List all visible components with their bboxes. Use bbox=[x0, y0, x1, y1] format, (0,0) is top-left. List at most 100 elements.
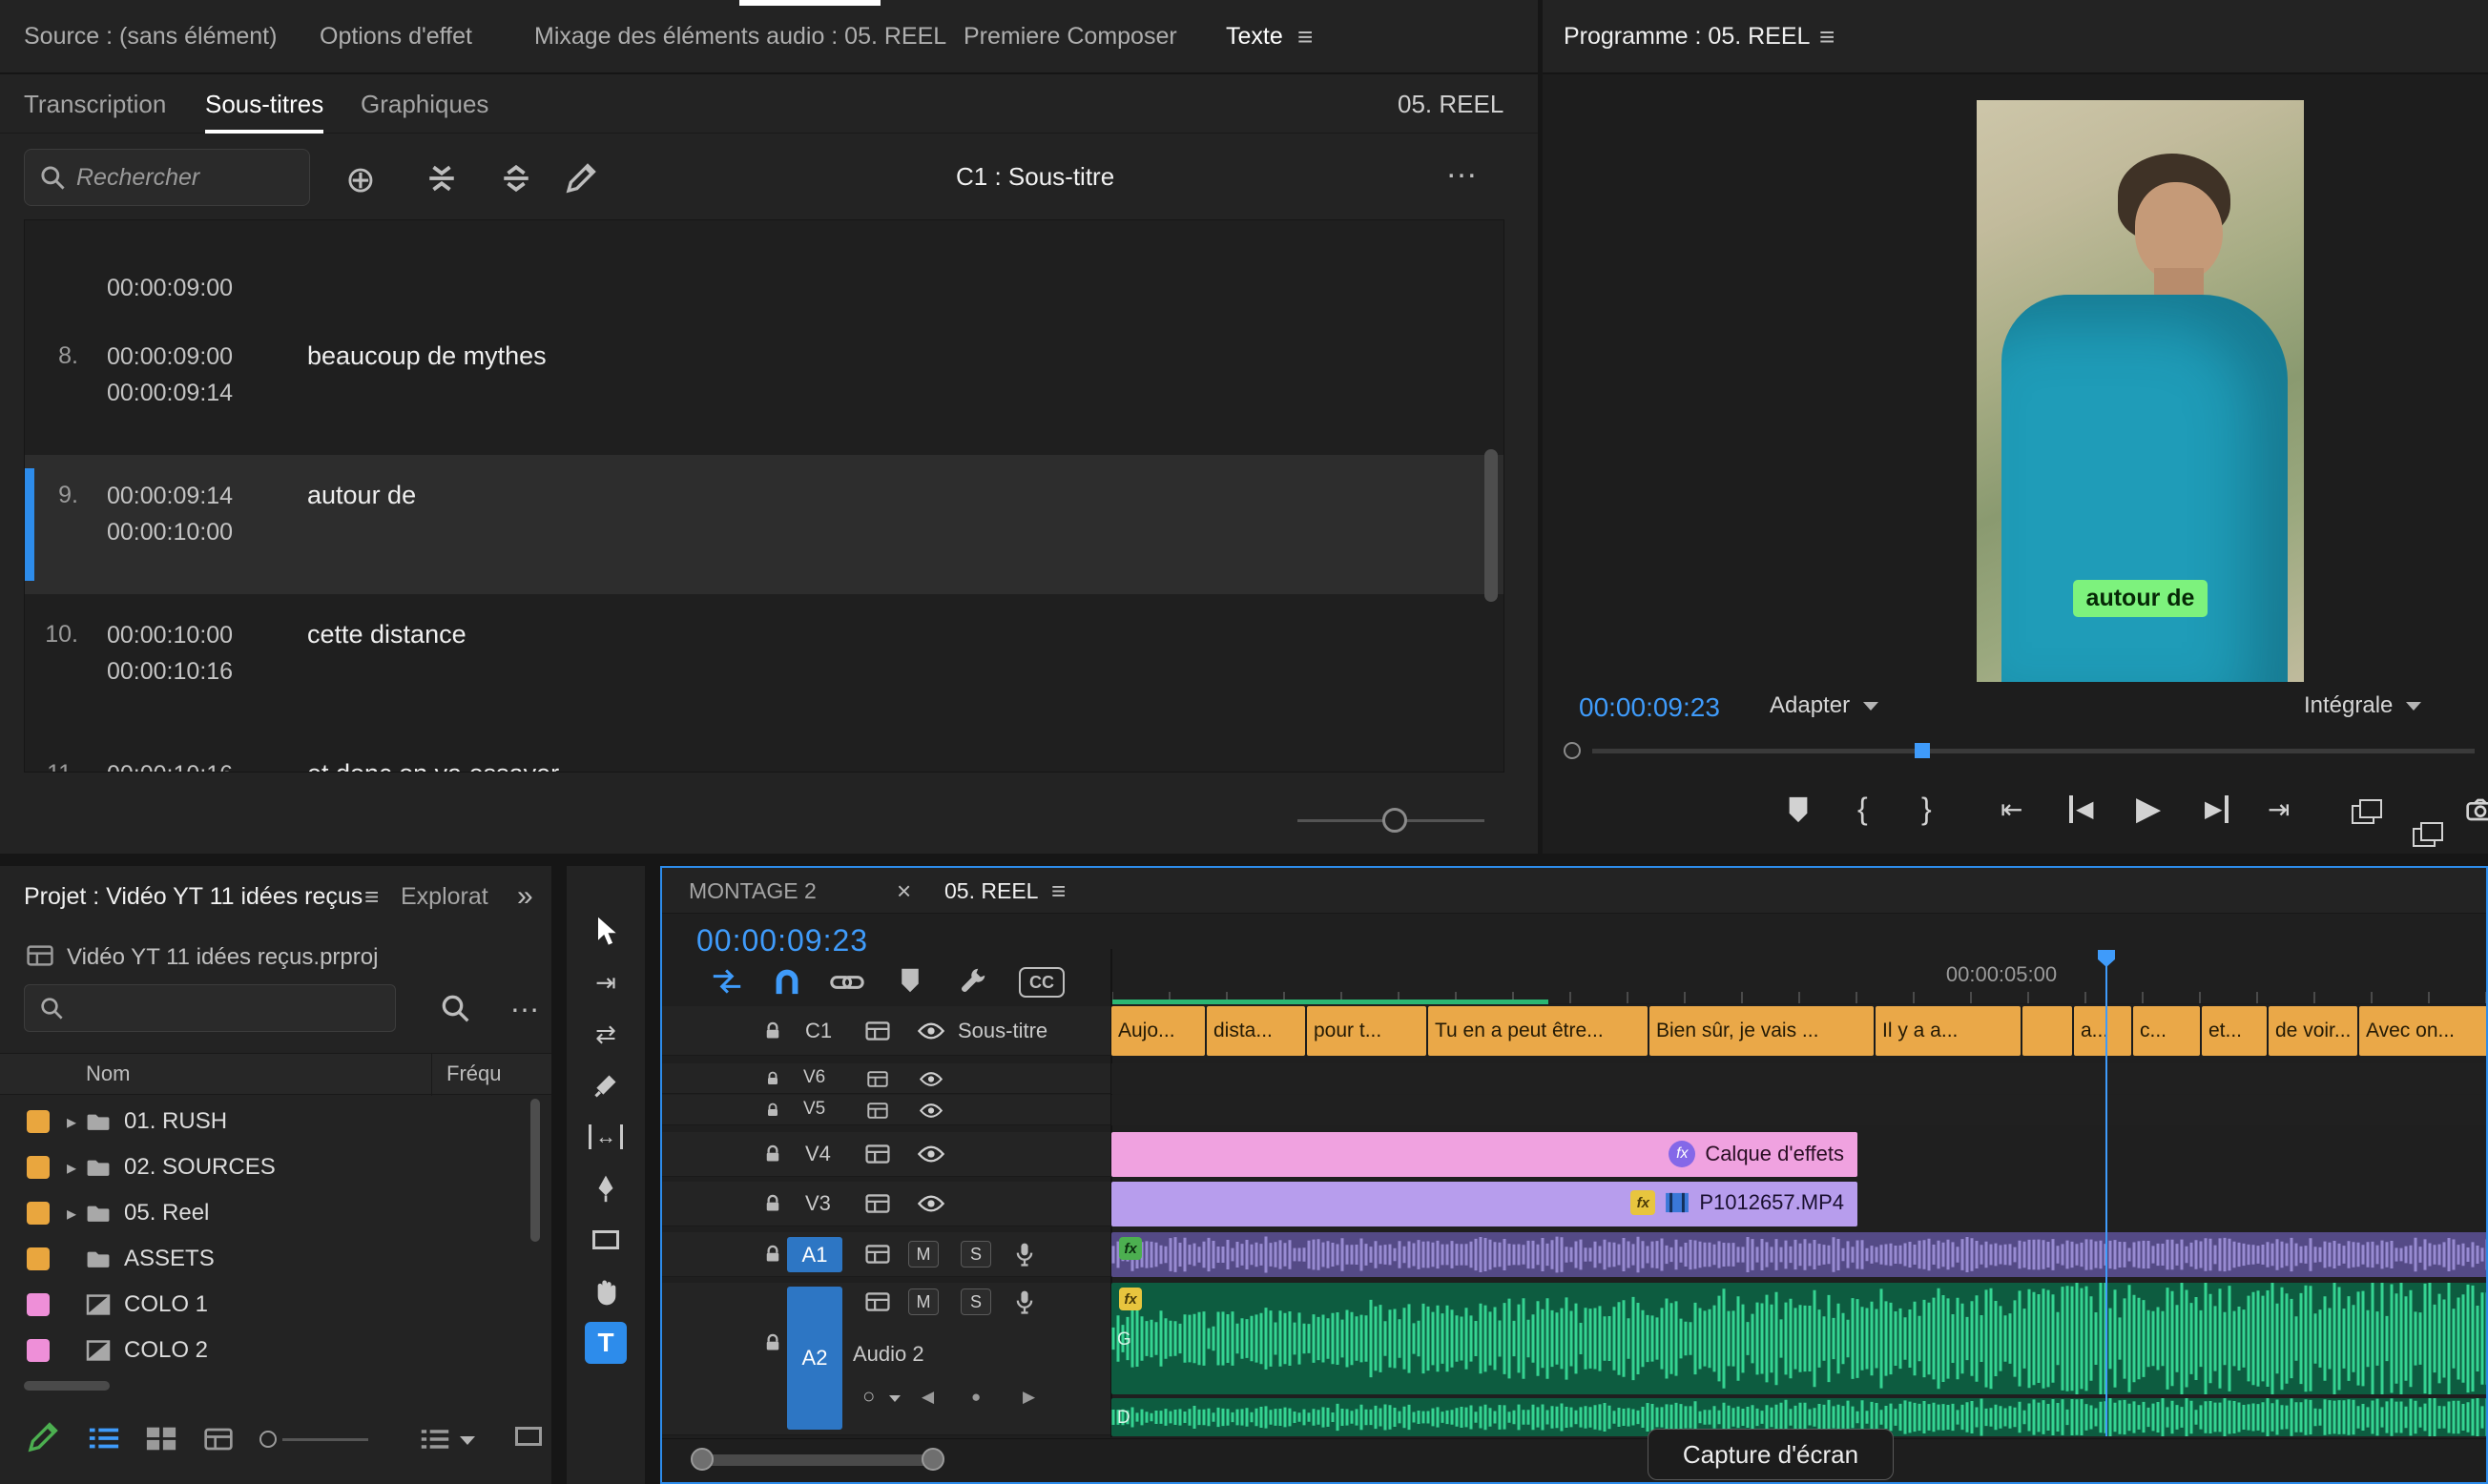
texte-panel-menu-icon[interactable]: ≡ bbox=[1297, 0, 1313, 73]
tab-audio-mixer[interactable]: Mixage des éléments audio : 05. REEL bbox=[534, 0, 946, 73]
next-keyframe-icon[interactable]: ▶ bbox=[1023, 1388, 1035, 1407]
project-tab[interactable]: Projet : Vidéo YT 11 idées reçus bbox=[24, 866, 363, 927]
screenshot-button[interactable]: Capture d'écran bbox=[1648, 1429, 1894, 1480]
lift-icon[interactable] bbox=[2352, 799, 2380, 822]
mark-in-icon[interactable]: { bbox=[1857, 792, 1868, 827]
mic-icon[interactable] bbox=[1015, 1289, 1034, 1314]
lock-icon[interactable] bbox=[763, 1332, 782, 1353]
track-select-tool[interactable]: ⇥ bbox=[585, 961, 627, 1003]
eye-icon[interactable] bbox=[920, 1103, 943, 1118]
solo-button[interactable]: S bbox=[961, 1288, 991, 1315]
video-clip-v3[interactable]: fx P1012657.MP4 bbox=[1111, 1182, 1857, 1226]
burned-caption[interactable]: autour de bbox=[2073, 580, 2208, 617]
panel-overflow-icon[interactable]: » bbox=[517, 866, 533, 927]
project-more-icon[interactable]: … bbox=[509, 984, 540, 1020]
close-tab-icon[interactable]: × bbox=[897, 868, 911, 914]
mute-button[interactable]: M bbox=[908, 1288, 939, 1315]
find-icon[interactable] bbox=[441, 994, 469, 1022]
rectangle-tool[interactable] bbox=[585, 1219, 627, 1261]
new-bin-icon[interactable] bbox=[515, 1427, 542, 1446]
empty-track-v6[interactable] bbox=[1111, 1063, 2488, 1094]
lock-icon[interactable] bbox=[765, 1102, 780, 1119]
thumb-size-track[interactable] bbox=[282, 1438, 368, 1441]
playhead-line[interactable] bbox=[2105, 950, 2107, 1436]
track-label[interactable]: V4 bbox=[805, 1142, 831, 1166]
caption-row-selected[interactable]: 9. 00:00:09:1400:00:10:00 autour de bbox=[25, 455, 1503, 594]
timeline-zoom-handle-left[interactable] bbox=[691, 1448, 714, 1471]
caption-zoom-knob[interactable] bbox=[1382, 808, 1407, 833]
subtitle-track-name[interactable]: Sous-titre bbox=[958, 1019, 1047, 1043]
track-source-icon[interactable] bbox=[867, 1071, 888, 1087]
tab-premiere-composer[interactable]: Premiere Composer bbox=[964, 0, 1177, 73]
tab-05-reel[interactable]: 05. REEL bbox=[944, 868, 1038, 914]
mute-button[interactable]: M bbox=[908, 1241, 939, 1268]
chevron-down-icon[interactable] bbox=[460, 1436, 475, 1445]
caption-row[interactable]: 11. 00:00:10:1600:00:11:03 et donc on va… bbox=[25, 733, 1503, 773]
track-label[interactable]: V3 bbox=[805, 1191, 831, 1216]
program-video-preview[interactable]: autour de bbox=[1977, 100, 2304, 682]
program-scrub-track[interactable] bbox=[1592, 749, 2475, 753]
zoom-level-select[interactable]: Adapter bbox=[1770, 692, 1878, 719]
program-panel-menu-icon[interactable]: ≡ bbox=[1819, 0, 1835, 73]
timeline-panel-menu-icon[interactable]: ≡ bbox=[1051, 868, 1066, 914]
step-forward-icon[interactable]: ▶ bbox=[2205, 795, 2229, 823]
track-source-icon[interactable] bbox=[865, 1021, 890, 1041]
subtitle-clip[interactable]: Bien sûr, je vais ... bbox=[1649, 1006, 1874, 1056]
track-label[interactable]: C1 bbox=[805, 1019, 832, 1043]
project-scrollbar[interactable] bbox=[530, 1099, 540, 1242]
audio-clip-a2-left[interactable] bbox=[1111, 1283, 2488, 1394]
hand-tool[interactable] bbox=[585, 1270, 627, 1312]
track-label[interactable]: V6 bbox=[803, 1067, 825, 1088]
edit-original-pencil-icon[interactable] bbox=[27, 1421, 59, 1453]
program-timecode[interactable]: 00:00:09:23 bbox=[1579, 692, 1720, 723]
edit-pencil-icon[interactable] bbox=[565, 162, 597, 195]
timeline-zoom-handle-right[interactable] bbox=[922, 1448, 944, 1471]
mic-icon[interactable] bbox=[1015, 1242, 1034, 1267]
empty-track-v5[interactable] bbox=[1111, 1095, 2488, 1125]
merge-captions-icon[interactable] bbox=[425, 162, 458, 195]
lock-icon[interactable] bbox=[763, 1193, 782, 1214]
column-frequence[interactable]: Fréqu bbox=[446, 1061, 547, 1086]
go-to-out-icon[interactable]: ⇥ bbox=[2268, 794, 2290, 825]
audio-track-name[interactable]: Audio 2 bbox=[853, 1342, 924, 1367]
project-hscroll-thumb[interactable] bbox=[24, 1381, 110, 1391]
explorer-tab[interactable]: Explorat bbox=[401, 866, 506, 927]
captions-more-icon[interactable]: … bbox=[1445, 149, 1481, 186]
chevron-right-icon[interactable]: ▸ bbox=[57, 1110, 86, 1134]
subtitle-clip[interactable]: de voir... bbox=[2269, 1006, 2357, 1056]
split-captions-icon[interactable] bbox=[500, 162, 532, 195]
pen-tool[interactable] bbox=[585, 1167, 627, 1209]
lock-icon[interactable] bbox=[763, 1144, 782, 1165]
tab-transcription[interactable]: Transcription bbox=[24, 74, 166, 134]
label-chip[interactable] bbox=[27, 1156, 50, 1179]
item-row[interactable]: COLO 1 bbox=[0, 1282, 551, 1328]
timeline-ruler[interactable]: 00:00:05:00 00:00:10:00 bbox=[1111, 949, 2488, 1004]
label-chip[interactable] bbox=[27, 1247, 50, 1270]
chevron-right-icon[interactable]: ▸ bbox=[57, 1156, 86, 1180]
subtitle-clip[interactable]: dista... bbox=[1207, 1006, 1305, 1056]
add-marker-icon[interactable] bbox=[899, 967, 922, 994]
selection-tool[interactable] bbox=[585, 910, 627, 952]
sort-icon[interactable] bbox=[420, 1427, 450, 1452]
ripple-edit-tool[interactable]: ⇄ bbox=[585, 1013, 627, 1055]
column-divider[interactable] bbox=[431, 1054, 432, 1096]
audio-track-target-a1[interactable]: A1 bbox=[787, 1237, 842, 1272]
snap-magnet-icon[interactable] bbox=[773, 967, 801, 996]
chevron-right-icon[interactable]: ▸ bbox=[57, 1202, 86, 1226]
track-source-icon[interactable] bbox=[865, 1194, 890, 1213]
project-search[interactable] bbox=[24, 984, 396, 1032]
track-source-icon[interactable] bbox=[865, 1144, 890, 1164]
thumbnail-view-icon[interactable] bbox=[145, 1425, 177, 1452]
bin-row[interactable]: ▸ 05. Reel bbox=[0, 1190, 551, 1236]
subtitle-clip[interactable] bbox=[2022, 1006, 2072, 1056]
track-source-icon[interactable] bbox=[867, 1103, 888, 1119]
label-chip[interactable] bbox=[27, 1293, 50, 1316]
track-source-icon[interactable] bbox=[865, 1292, 890, 1311]
playback-resolution-select[interactable]: Intégrale bbox=[2304, 692, 2421, 719]
bin-row[interactable]: ▸ 02. SOURCES bbox=[0, 1144, 551, 1190]
razor-tool[interactable] bbox=[585, 1064, 627, 1106]
label-chip[interactable] bbox=[27, 1202, 50, 1225]
track-label[interactable]: V5 bbox=[803, 1099, 825, 1120]
caption-row[interactable]: 00:00:09:00 bbox=[25, 220, 1503, 316]
lock-icon[interactable] bbox=[763, 1020, 782, 1041]
